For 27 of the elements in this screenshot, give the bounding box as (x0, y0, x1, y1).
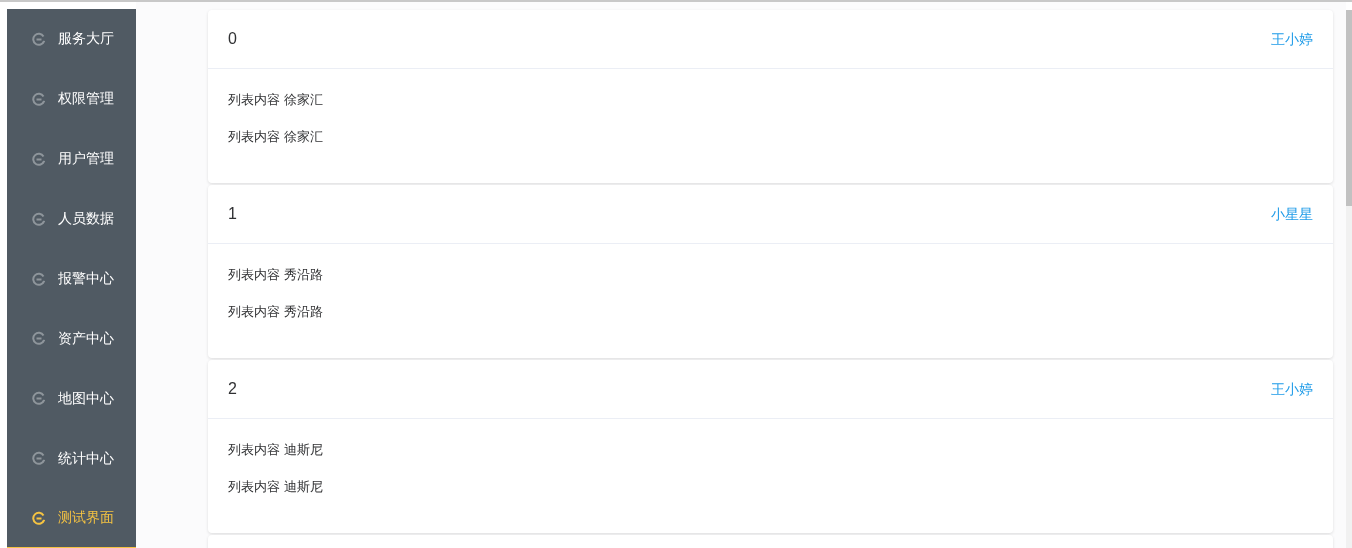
refresh-icon (32, 331, 46, 346)
sidebar-item[interactable]: 权限管理 (7, 68, 136, 129)
sidebar-item[interactable]: 地图中心 (7, 368, 136, 429)
refresh-icon (32, 391, 46, 406)
refresh-icon (32, 451, 46, 466)
list-text: 列表内容 迪斯尼 (228, 441, 324, 459)
refresh-icon (32, 271, 46, 286)
sidebar-item[interactable]: 资产中心 (7, 308, 136, 369)
refresh-icon (32, 211, 46, 226)
sidebar-item[interactable]: 服务大厅 (7, 9, 136, 69)
sidebar-item[interactable]: 统计中心 (7, 428, 136, 489)
refresh-icon (32, 510, 46, 525)
refresh-icon (32, 31, 46, 46)
sidebar-item[interactable]: 用户管理 (7, 128, 136, 189)
list-text: 列表内容 徐家汇 (228, 128, 324, 146)
list-text: 列表内容 秀沿路 (228, 266, 324, 284)
sidebar-item[interactable]: 报警中心 (7, 248, 136, 309)
refresh-icon (32, 151, 46, 166)
scrollbar-thumb[interactable] (1346, 10, 1352, 206)
list-text: 列表内容 秀沿路 (228, 303, 324, 321)
card-title: 1 (228, 204, 237, 224)
list-text: 列表内容 迪斯尼 (228, 478, 324, 496)
card-title: 2 (228, 379, 237, 399)
card-title: 0 (228, 29, 237, 49)
list-text: 列表内容 徐家汇 (228, 91, 324, 109)
refresh-icon (32, 91, 46, 106)
sidebar-item[interactable]: 人员数据 (7, 188, 136, 249)
